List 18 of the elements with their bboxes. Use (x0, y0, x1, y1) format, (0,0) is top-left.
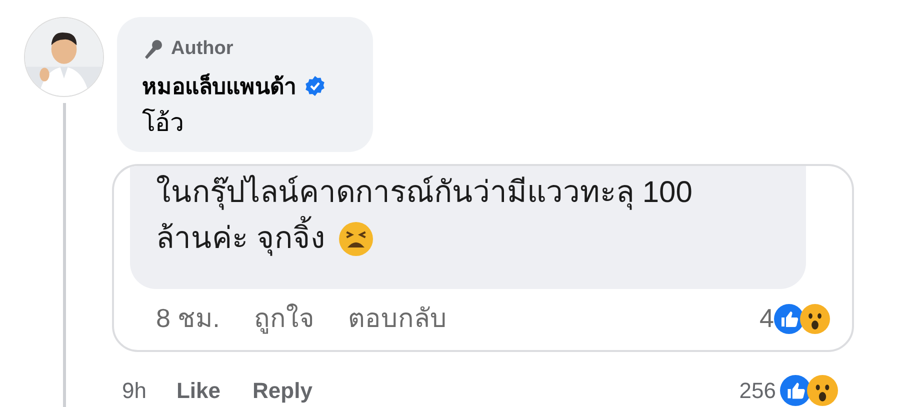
surprised-face-icon (807, 375, 838, 406)
reply-link[interactable]: Reply (252, 374, 312, 407)
surprised-face-icon (800, 304, 830, 334)
comment-text: ในกรุ๊ปไลน์คาดการณ์กันว่ามีแววทะลุ 100 (156, 174, 692, 212)
reaction-count: 4 (760, 302, 774, 335)
comment-text: โอ้ว (142, 108, 185, 138)
tired-face-icon (339, 222, 374, 256)
reply-link[interactable]: ตอบกลับ (348, 299, 447, 338)
reaction-count: 256 (739, 377, 776, 405)
author-label: Author (171, 37, 234, 61)
thumbs-up-icon (774, 304, 804, 334)
timestamp: 8 ชม. (156, 302, 220, 335)
timestamp: 9h (122, 377, 146, 405)
author-name[interactable]: หมอแล็บแพนด้า (142, 70, 296, 102)
like-link[interactable]: Like (176, 374, 221, 407)
comment-text: ล้านค่ะ จุกจิ้ง (156, 216, 326, 262)
like-link[interactable]: ถูกใจ (254, 299, 314, 338)
microphone-icon (142, 38, 164, 60)
